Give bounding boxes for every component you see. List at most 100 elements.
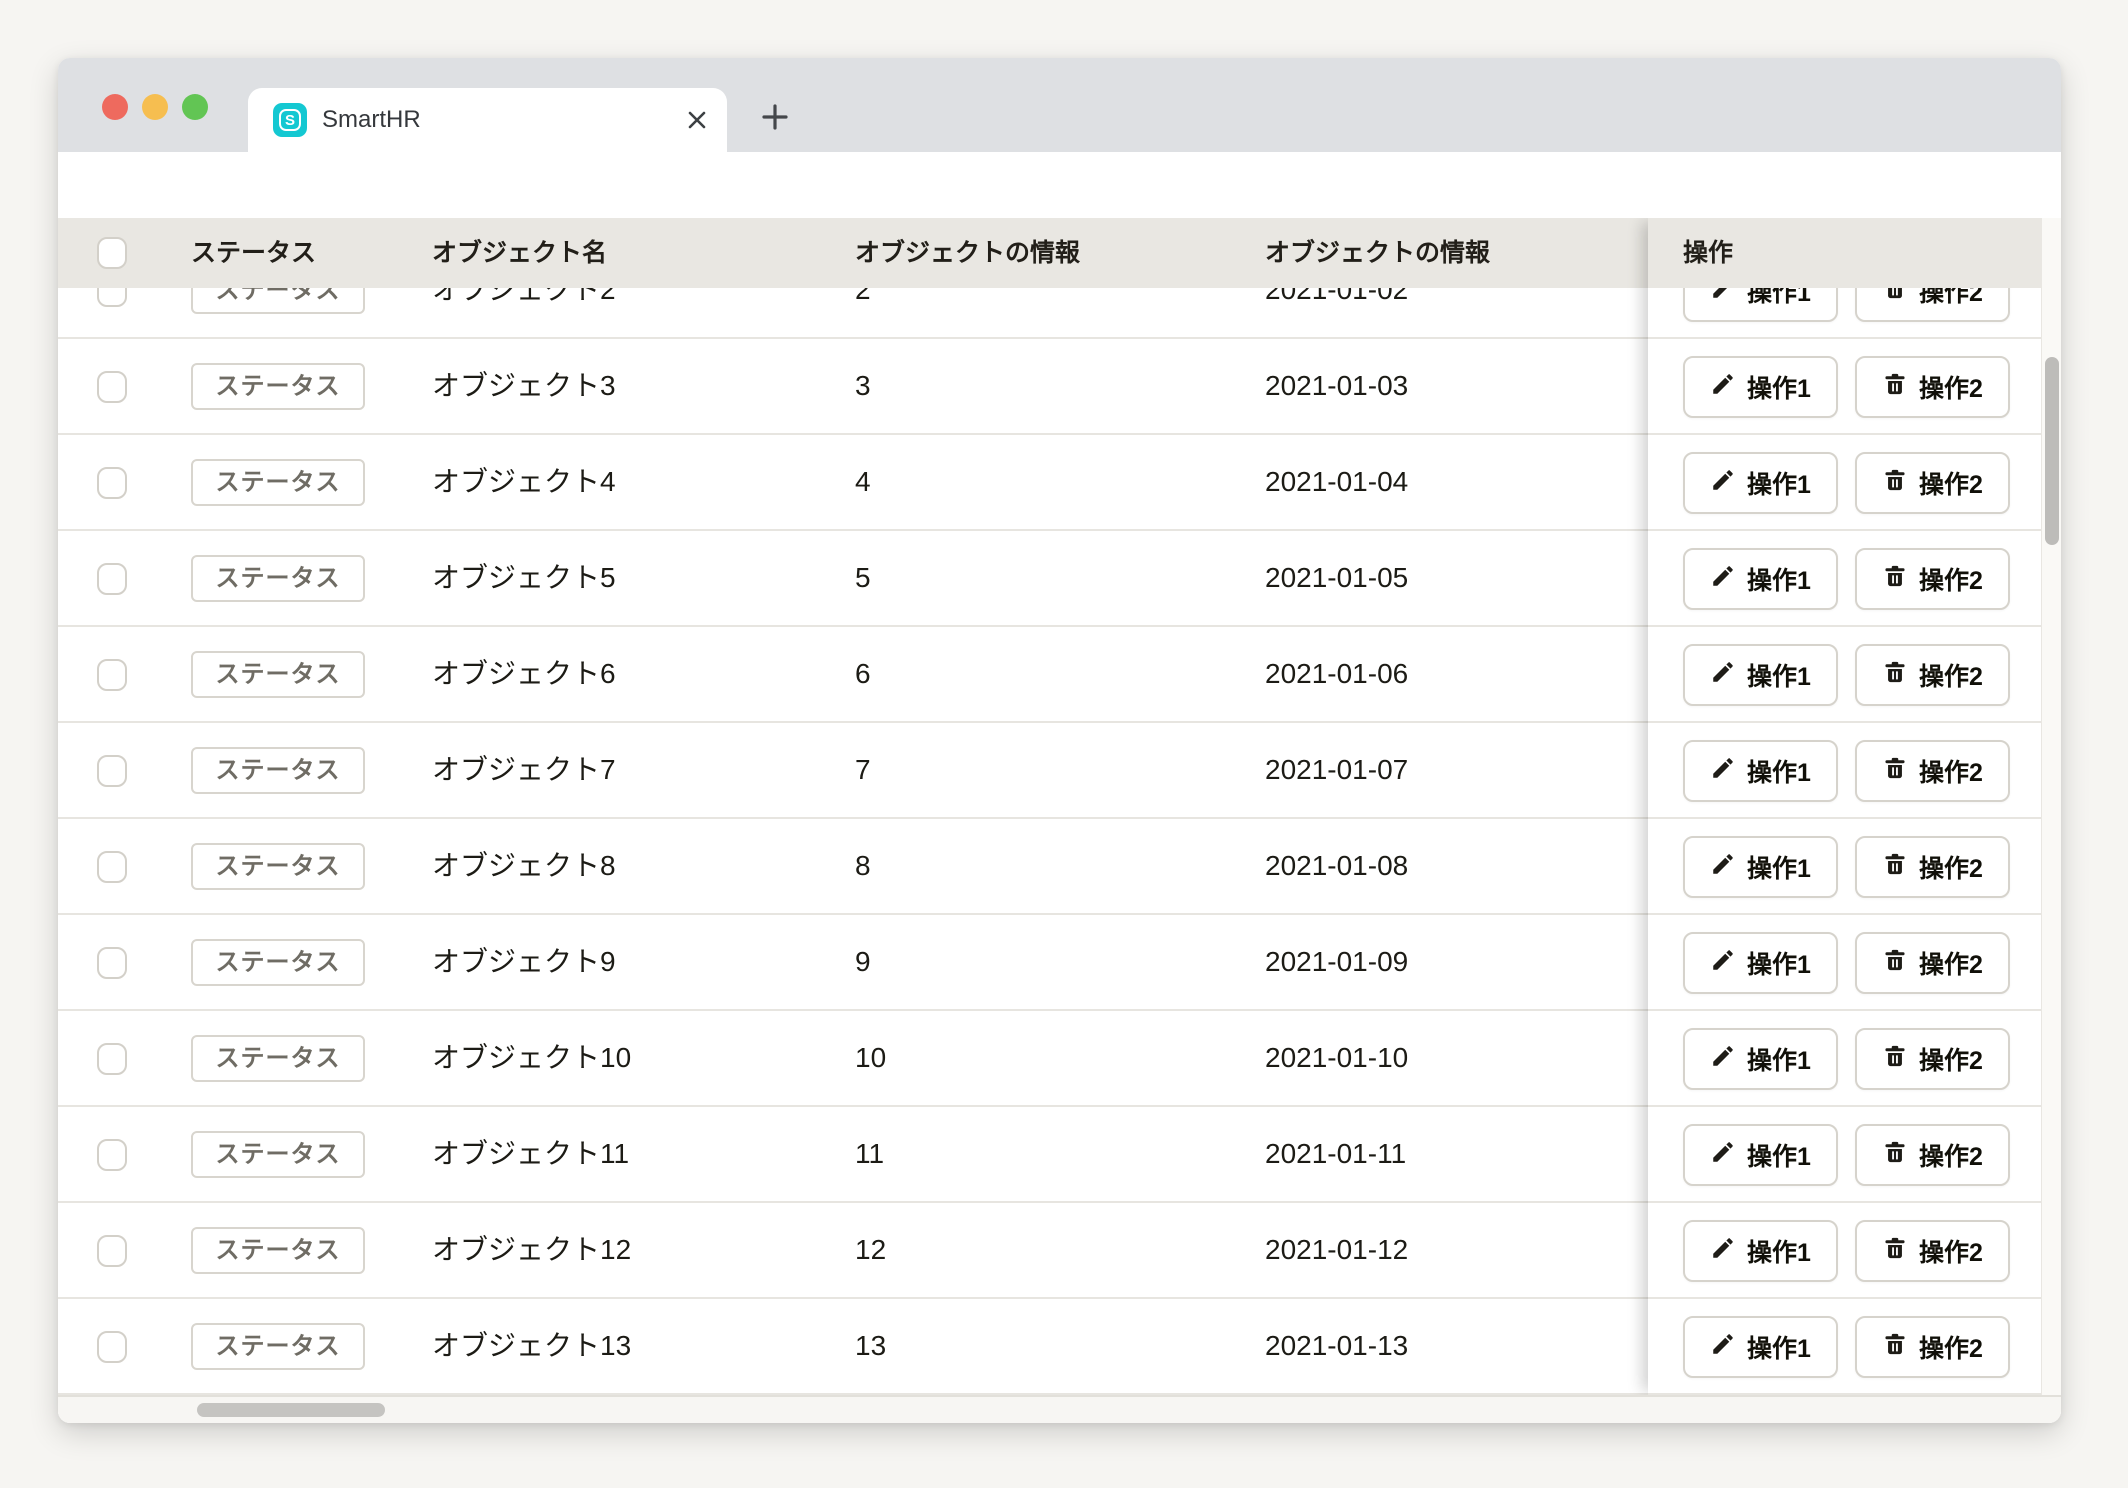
- column-header-info: オブジェクトの情報: [855, 218, 1080, 288]
- tab-close-icon[interactable]: [685, 108, 709, 132]
- object-info-cell: 9: [855, 915, 871, 1011]
- action-edit-button[interactable]: 操作1: [1683, 1220, 1838, 1282]
- object-info-cell: 6: [855, 627, 871, 723]
- object-name-cell: オブジェクト8: [432, 819, 616, 915]
- tab-bar: S SmartHR: [58, 58, 2061, 152]
- trash-icon: [1882, 1235, 1908, 1268]
- pencil-icon: [1710, 371, 1736, 404]
- object-info-cell: 12: [855, 1203, 886, 1299]
- object-date-cell: 2021-01-10: [1265, 1011, 1408, 1107]
- browser-tab[interactable]: S SmartHR: [248, 88, 727, 152]
- action-edit-button[interactable]: 操作1: [1683, 836, 1838, 898]
- object-date-cell: 2021-01-04: [1265, 435, 1408, 531]
- object-date-cell: 2021-01-07: [1265, 723, 1408, 819]
- row-checkbox[interactable]: [97, 1139, 127, 1171]
- action-delete-button[interactable]: 操作2: [1855, 644, 2010, 706]
- action-delete-button[interactable]: 操作2: [1855, 836, 2010, 898]
- action-edit-button[interactable]: 操作1: [1683, 548, 1838, 610]
- browser-window: S SmartHR https:/: [58, 58, 2061, 1423]
- object-date-cell: 2021-01-11: [1265, 1107, 1406, 1203]
- status-badge: ステータス: [191, 1131, 365, 1178]
- row-checkbox[interactable]: [97, 1331, 127, 1363]
- actions-row: 操作1 操作2: [1648, 915, 2041, 1011]
- trash-icon: [1882, 1331, 1908, 1364]
- column-header-name: オブジェクト名: [432, 218, 607, 288]
- column-header-info2: オブジェクトの情報: [1265, 218, 1490, 288]
- action-delete-button[interactable]: 操作2: [1855, 1124, 2010, 1186]
- action-edit-button[interactable]: 操作1: [1683, 1028, 1838, 1090]
- actions-row: 操作1 操作2: [1648, 531, 2041, 627]
- traffic-light-close-button[interactable]: [102, 94, 128, 120]
- trash-icon: [1882, 755, 1908, 788]
- pencil-icon: [1710, 947, 1736, 980]
- vertical-scrollbar-thumb[interactable]: [2045, 357, 2059, 545]
- object-name-cell: オブジェクト3: [432, 339, 616, 435]
- object-date-cell: 2021-01-03: [1265, 339, 1408, 435]
- horizontal-scrollbar[interactable]: [58, 1395, 2061, 1423]
- object-info-cell: 3: [855, 339, 871, 435]
- object-info-cell: 7: [855, 723, 871, 819]
- status-badge: ステータス: [191, 459, 365, 506]
- table-viewport: ステータスオブジェクト222021-01-02ステータスオブジェクト332021…: [58, 218, 2061, 1423]
- row-checkbox[interactable]: [97, 755, 127, 787]
- pencil-icon: [1710, 467, 1736, 500]
- horizontal-scrollbar-thumb[interactable]: [197, 1403, 385, 1417]
- pinned-actions-header: 操作: [1648, 218, 2041, 288]
- actions-row: 操作1 操作2: [1648, 1011, 2041, 1107]
- status-badge: ステータス: [191, 1323, 365, 1370]
- action-edit-button[interactable]: 操作1: [1683, 356, 1838, 418]
- actions-row: 操作1 操作2: [1648, 339, 2041, 435]
- traffic-light-minimize-button[interactable]: [142, 94, 168, 120]
- object-name-cell: オブジェクト12: [432, 1203, 631, 1299]
- object-name-cell: オブジェクト7: [432, 723, 616, 819]
- action-edit-button[interactable]: 操作1: [1683, 1124, 1838, 1186]
- vertical-scrollbar[interactable]: [2041, 218, 2061, 1395]
- actions-row: 操作1 操作2: [1648, 435, 2041, 531]
- row-checkbox[interactable]: [97, 563, 127, 595]
- object-date-cell: 2021-01-13: [1265, 1299, 1408, 1395]
- new-tab-button[interactable]: [760, 102, 790, 132]
- object-name-cell: オブジェクト11: [432, 1107, 629, 1203]
- action-delete-button[interactable]: 操作2: [1855, 1220, 2010, 1282]
- action-delete-button[interactable]: 操作2: [1855, 548, 2010, 610]
- action-edit-button[interactable]: 操作1: [1683, 1316, 1838, 1378]
- action-edit-button[interactable]: 操作1: [1683, 932, 1838, 994]
- actions-row: 操作1 操作2: [1648, 627, 2041, 723]
- object-date-cell: 2021-01-06: [1265, 627, 1408, 723]
- action-delete-button[interactable]: 操作2: [1855, 740, 2010, 802]
- select-all-checkbox[interactable]: [97, 237, 127, 269]
- row-checkbox[interactable]: [97, 467, 127, 499]
- status-badge: ステータス: [191, 1035, 365, 1082]
- action-delete-button[interactable]: 操作2: [1855, 932, 2010, 994]
- traffic-light-zoom-button[interactable]: [182, 94, 208, 120]
- column-header-actions: 操作: [1683, 218, 1733, 288]
- status-badge: ステータス: [191, 651, 365, 698]
- row-checkbox[interactable]: [97, 1043, 127, 1075]
- status-badge: ステータス: [191, 747, 365, 794]
- row-checkbox[interactable]: [97, 1235, 127, 1267]
- action-delete-button[interactable]: 操作2: [1855, 1316, 2010, 1378]
- trash-icon: [1882, 371, 1908, 404]
- pencil-icon: [1710, 563, 1736, 596]
- row-checkbox[interactable]: [97, 371, 127, 403]
- row-checkbox[interactable]: [97, 947, 127, 979]
- action-edit-button[interactable]: 操作1: [1683, 740, 1838, 802]
- actions-row: 操作1 操作2: [1648, 1299, 2041, 1395]
- object-info-cell: 5: [855, 531, 871, 627]
- action-delete-button[interactable]: 操作2: [1855, 1028, 2010, 1090]
- actions-row: 操作1 操作2: [1648, 1203, 2041, 1299]
- smarthr-favicon-icon: S: [273, 103, 307, 137]
- action-delete-button[interactable]: 操作2: [1855, 356, 2010, 418]
- object-name-cell: オブジェクト9: [432, 915, 616, 1011]
- pencil-icon: [1710, 1043, 1736, 1076]
- action-edit-button[interactable]: 操作1: [1683, 452, 1838, 514]
- column-header-status: ステータス: [191, 218, 316, 288]
- object-name-cell: オブジェクト5: [432, 531, 616, 627]
- object-name-cell: オブジェクト13: [432, 1299, 631, 1395]
- row-checkbox[interactable]: [97, 851, 127, 883]
- trash-icon: [1882, 947, 1908, 980]
- row-checkbox[interactable]: [97, 659, 127, 691]
- action-edit-button[interactable]: 操作1: [1683, 644, 1838, 706]
- object-info-cell: 10: [855, 1011, 886, 1107]
- action-delete-button[interactable]: 操作2: [1855, 452, 2010, 514]
